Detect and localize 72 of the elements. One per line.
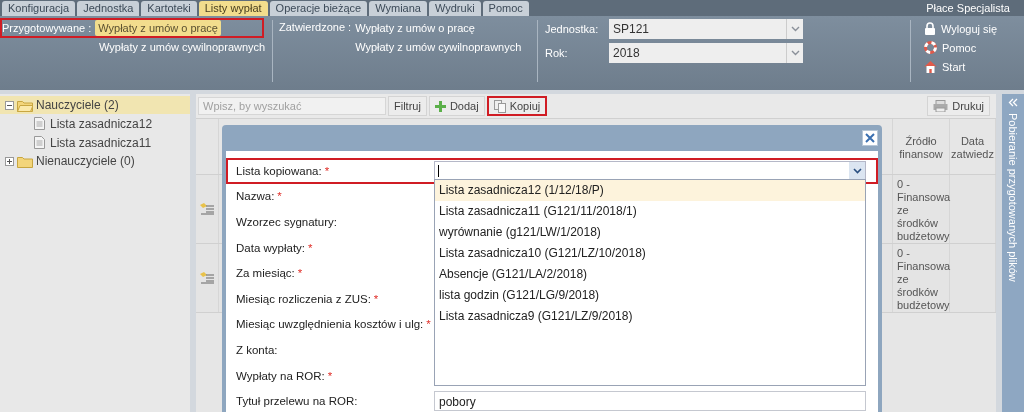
dropdown-option[interactable]: Lista zasadnicza12 (1/12/18/P) xyxy=(435,180,865,201)
collapse-icon[interactable] xyxy=(5,100,14,110)
menu-tab[interactable]: Operacje bieżące xyxy=(269,1,368,16)
header-link[interactable]: Wyloguj się xyxy=(941,22,998,35)
nav-link[interactable]: Wypłaty z umów cywilnoprawnych xyxy=(355,41,522,53)
tree-node[interactable]: Nienauczyciele (0) xyxy=(0,152,190,170)
printer-icon xyxy=(933,100,949,112)
menu-tab[interactable]: Pomoc xyxy=(482,1,529,16)
expand-icon[interactable] xyxy=(5,156,14,166)
field-label: Z konta: xyxy=(235,343,279,356)
search-field[interactable]: Wpisz, by wyszukać xyxy=(198,97,386,115)
menu-tab[interactable]: Kartoteki xyxy=(141,1,197,16)
folder-icon xyxy=(17,154,33,168)
field-label: Wypłaty na ROR: * xyxy=(235,369,334,382)
input-field[interactable]: pobory xyxy=(434,391,866,412)
field-label: Nazwa: * xyxy=(235,190,283,203)
dropdown-option[interactable]: wyrównanie (g121/LW/1/2018) xyxy=(435,222,865,243)
toolbar-button[interactable]: Filtruj xyxy=(388,96,427,116)
caret-icon xyxy=(790,50,800,56)
dropdown-option[interactable]: Absencje (G121/LA/2/2018) xyxy=(435,264,865,285)
filter-label: Jednostka: xyxy=(545,23,600,35)
print-button[interactable]: Drukuj xyxy=(927,96,990,116)
menu-tab[interactable]: Wymiana xyxy=(369,1,427,16)
list-icon xyxy=(199,202,215,216)
menu-tab[interactable]: Jednostka xyxy=(77,1,140,16)
field-label: Tytuł przelewu na ROR: xyxy=(235,395,359,408)
field-label: Za miesiąc: * xyxy=(235,267,304,280)
close-icon[interactable] xyxy=(862,130,878,146)
table-cell: 0 - Finansowa ze środków budżetowy xyxy=(897,247,951,311)
plus-icon xyxy=(434,100,446,112)
list-icon xyxy=(199,271,215,285)
dropdown-option[interactable]: Lista zasadnicza9 (G121/LZ/9/2018) xyxy=(435,306,865,327)
lock-icon xyxy=(924,22,936,35)
tree-node[interactable]: Nauczyciele (2) xyxy=(0,96,190,114)
caret-icon xyxy=(790,26,800,32)
nav-link[interactable]: Wypłaty z umów cywilnoprawnych xyxy=(96,39,269,55)
nav-link[interactable]: Wypłaty z umów o pracę xyxy=(355,22,522,34)
lifebuoy-icon xyxy=(924,41,937,54)
copy-icon xyxy=(493,99,506,113)
column-header[interactable]: Źródło finansow xyxy=(893,119,950,174)
caret-icon xyxy=(852,167,862,174)
field-label: Lista kopiowana: * xyxy=(235,164,331,177)
menu-tab[interactable]: Wydruki xyxy=(428,1,481,16)
tree-item[interactable]: Lista zasadnicza11 xyxy=(0,133,190,152)
menu-tab[interactable]: Listy wypłat xyxy=(198,1,268,16)
toolbar-button[interactable]: Dodaj xyxy=(428,96,485,116)
app-name: Płace Specjalista xyxy=(926,1,1010,16)
header-link[interactable]: Pomoc xyxy=(942,41,977,54)
nav-link[interactable]: Wypłaty z umów o pracę xyxy=(95,20,221,36)
tree-item[interactable]: Lista zasadnicza12 xyxy=(0,114,190,133)
document-icon xyxy=(34,117,45,130)
dropdown-option[interactable]: lista godzin (G121/LG/9/2018) xyxy=(435,285,865,306)
section-label: Zatwierdzone : xyxy=(279,21,352,35)
field-label: Wzorzec sygnatury: xyxy=(235,216,338,228)
document-icon xyxy=(34,136,45,149)
section-label: Przygotowywane : xyxy=(2,22,92,34)
panel-title: Pobieranie przygotowanych plików xyxy=(1007,113,1019,282)
header-link[interactable]: Start xyxy=(942,60,966,73)
field-label: Miesiąc uwzględnienia kosztów i ulg: * xyxy=(235,318,432,331)
select-field[interactable]: 2018 xyxy=(609,43,803,63)
column-header[interactable]: Data zatwiedz xyxy=(950,119,996,174)
select-field[interactable]: SP121 xyxy=(609,19,803,39)
filter-label: Rok: xyxy=(545,47,569,59)
home-icon xyxy=(924,60,937,73)
toolbar-button[interactable]: Kopiuj xyxy=(486,96,548,116)
dropdown-option[interactable]: Lista zasadnicza11 (G121/11/2018/1) xyxy=(435,201,865,222)
field-label: Data wypłaty: * xyxy=(235,241,314,254)
field-label: Miesiąc rozliczenia z ZUS: * xyxy=(235,292,380,305)
table-cell: 0 - Finansowa ze środków budżetowy xyxy=(897,178,951,242)
menu-tab[interactable]: Konfiguracja xyxy=(2,1,76,16)
dropdown-option[interactable]: Lista zasadnicza10 (G121/LZ/10/2018) xyxy=(435,243,865,264)
folder-icon xyxy=(17,98,33,112)
